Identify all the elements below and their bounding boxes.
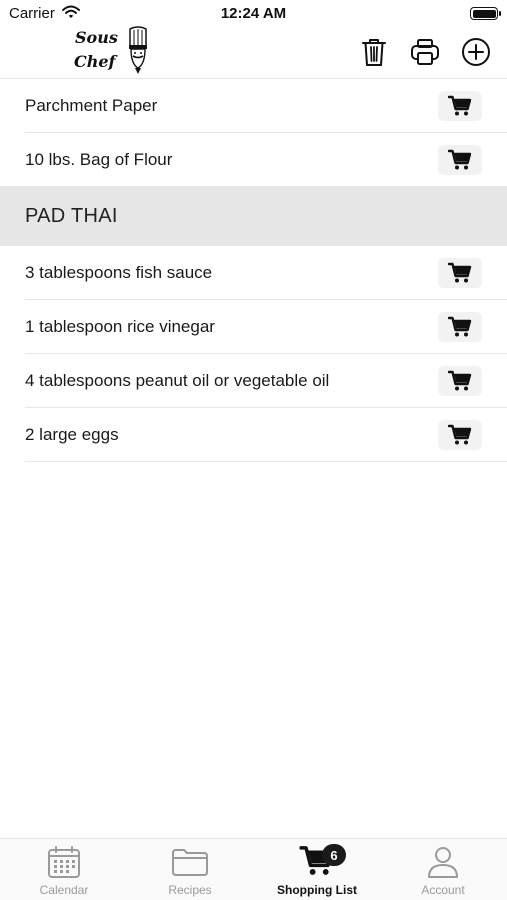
app-header: Sous Chef (0, 26, 507, 79)
tab-label: Recipes (168, 883, 212, 897)
add-to-cart-button[interactable] (438, 145, 482, 175)
shopping-list: Parchment Paper 10 lbs. Bag of Flour PAD… (0, 79, 507, 462)
tab-bar: Calendar Recipes 6 Shopping List Account (0, 838, 507, 900)
tab-shopping-list[interactable]: 6 Shopping List (254, 839, 380, 900)
recipe-section-header: PAD THAI (0, 186, 507, 246)
cart-icon (448, 316, 472, 338)
list-item[interactable]: 4 tablespoons peanut oil or vegetable oi… (25, 354, 507, 408)
tab-recipes[interactable]: Recipes (127, 839, 253, 900)
add-item-button[interactable] (460, 36, 492, 68)
item-label: 1 tablespoon rice vinegar (25, 316, 215, 336)
item-label: 3 tablespoons fish sauce (25, 262, 213, 282)
plus-circle-icon (462, 38, 490, 66)
cart-icon (448, 424, 472, 446)
folder-icon (172, 849, 208, 876)
person-icon (428, 847, 458, 878)
battery-icon (470, 7, 501, 20)
cart-icon (448, 149, 472, 171)
add-to-cart-button[interactable] (438, 366, 482, 396)
cart-icon (448, 370, 472, 392)
logo-text-sous: Sous (75, 28, 118, 47)
list-item[interactable]: 1 tablespoon rice vinegar (25, 300, 507, 354)
add-to-cart-button[interactable] (438, 258, 482, 288)
tab-calendar[interactable]: Calendar (1, 839, 127, 900)
list-item[interactable]: Parchment Paper (25, 79, 507, 133)
status-time: 12:24 AM (220, 5, 287, 22)
calendar-icon (48, 846, 80, 878)
item-label: 2 large eggs (25, 424, 119, 444)
tab-label: Account (421, 883, 465, 897)
tab-label: Calendar (39, 883, 89, 897)
list-item[interactable]: 2 large eggs (25, 408, 507, 462)
list-item[interactable]: 3 tablespoons fish sauce (25, 246, 507, 300)
add-to-cart-button[interactable] (438, 420, 482, 450)
item-label: Parchment Paper (25, 95, 158, 115)
cart-icon (448, 262, 472, 284)
print-button[interactable] (409, 36, 441, 68)
item-label: 10 lbs. Bag of Flour (25, 150, 173, 169)
trash-icon (362, 39, 386, 66)
tab-account[interactable]: Account (380, 839, 506, 900)
cart-count-badge: 6 (322, 844, 346, 866)
item-label: 4 tablespoons peanut oil or vegetable oi… (25, 370, 330, 390)
printer-icon (411, 39, 439, 65)
logo-text-chef: Chef (74, 52, 116, 71)
list-item[interactable]: 10 lbs. Bag of Flour (25, 133, 507, 187)
status-bar: Carrier 12:24 AM (0, 0, 507, 26)
chef-hat-icon (129, 26, 147, 74)
sous-chef-logo: Sous Chef (72, 26, 152, 76)
delete-button[interactable] (358, 36, 390, 68)
cart-icon (448, 95, 472, 117)
add-to-cart-button[interactable] (438, 312, 482, 342)
tab-label: Shopping List (277, 883, 357, 897)
section-title: PAD THAI (25, 204, 118, 227)
add-to-cart-button[interactable] (438, 91, 482, 121)
